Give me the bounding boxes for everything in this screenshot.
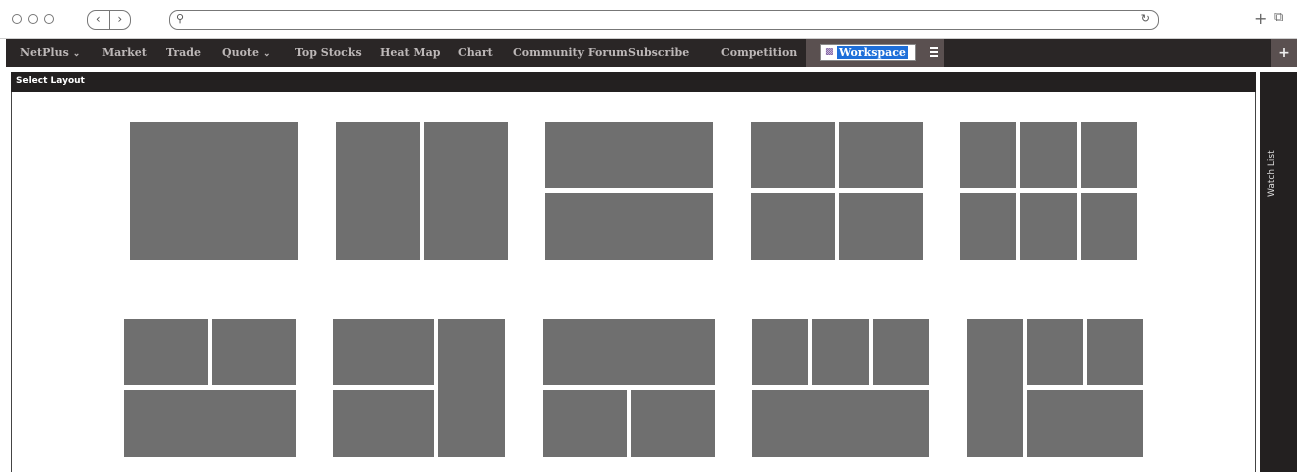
chevron-right-icon: › bbox=[117, 12, 123, 26]
layout-cell bbox=[839, 122, 923, 188]
nav-market[interactable]: Market bbox=[102, 39, 147, 67]
layout-cell bbox=[212, 319, 296, 385]
nav-subscribe-label: Subscribe bbox=[628, 46, 690, 59]
nav-heat-map-label: Heat Map bbox=[380, 46, 441, 59]
layout-cell bbox=[752, 390, 929, 457]
layout-cell bbox=[124, 390, 296, 457]
layout-cell bbox=[873, 319, 929, 385]
reload-icon[interactable]: ↻ bbox=[1141, 12, 1150, 25]
nav-trade[interactable]: Trade bbox=[166, 39, 201, 67]
nav-top-stocks-label: Top Stocks bbox=[295, 46, 362, 59]
layout-cell bbox=[631, 390, 715, 457]
workspace-icon: ▩ bbox=[825, 47, 834, 57]
address-bar[interactable]: ⚲ ↻ bbox=[169, 10, 1159, 30]
layout-cell bbox=[1081, 122, 1137, 188]
layout-cell bbox=[545, 193, 713, 260]
layout-cell bbox=[752, 319, 808, 385]
select-layout-header: Select Layout bbox=[11, 72, 1256, 92]
layout-cell bbox=[1087, 319, 1143, 385]
nav-community-forum[interactable]: Community Forum bbox=[513, 39, 628, 67]
panel-title: Select Layout bbox=[16, 76, 85, 86]
nav-competition-label: Competition bbox=[721, 46, 798, 59]
nav-market-label: Market bbox=[102, 46, 147, 59]
layout-one-top-two-bottom[interactable] bbox=[543, 319, 715, 457]
layout-cell bbox=[130, 122, 298, 260]
nav-heat-map[interactable]: Heat Map bbox=[380, 39, 440, 67]
layout-cell bbox=[1020, 122, 1077, 188]
nav-quote-label: Quote bbox=[222, 46, 259, 59]
layout-three-top-one-bottom[interactable] bbox=[752, 319, 929, 457]
watch-list-label: Watch List bbox=[1267, 150, 1277, 198]
nav-subscribe[interactable]: Subscribe bbox=[628, 39, 689, 67]
layout-cell bbox=[839, 193, 923, 260]
nav-trade-label: Trade bbox=[166, 46, 201, 59]
layout-two-columns[interactable] bbox=[336, 122, 508, 260]
layout-cell bbox=[543, 390, 627, 457]
window-controls bbox=[12, 14, 54, 24]
search-icon: ⚲ bbox=[176, 12, 185, 25]
layout-cell bbox=[124, 319, 208, 385]
add-plus-icon[interactable]: + bbox=[1271, 39, 1297, 67]
nav-top-stocks[interactable]: Top Stocks bbox=[295, 39, 362, 67]
browser-chrome: ‹ › ⚲ ↻ + ⧉ bbox=[0, 0, 1297, 39]
layout-one-left-three-right[interactable] bbox=[967, 319, 1143, 457]
layout-cell bbox=[1027, 390, 1143, 457]
layout-cell bbox=[424, 122, 508, 260]
layout-grid-3x2[interactable] bbox=[960, 122, 1137, 260]
chevron-left-icon: ‹ bbox=[95, 12, 101, 26]
back-button[interactable]: ‹ bbox=[88, 11, 110, 29]
forward-button[interactable]: › bbox=[110, 11, 131, 29]
nav-chart-label: Chart bbox=[458, 46, 493, 59]
layout-cell bbox=[545, 122, 713, 188]
layout-cell bbox=[812, 319, 869, 385]
layout-two-left-stack-one-right[interactable] bbox=[333, 319, 505, 457]
layout-cell bbox=[333, 319, 434, 385]
new-tab-icon[interactable]: + bbox=[1254, 9, 1267, 28]
close-window-icon[interactable] bbox=[12, 14, 22, 24]
watch-list-sidebar[interactable]: Watch List bbox=[1260, 72, 1297, 472]
layout-cell bbox=[1081, 193, 1137, 260]
layout-cell bbox=[1020, 193, 1077, 260]
tabs-icon[interactable]: ⧉ bbox=[1274, 10, 1283, 25]
layout-cell bbox=[543, 319, 715, 385]
chevron-down-icon: ⌄ bbox=[263, 49, 271, 59]
layout-cell bbox=[336, 122, 420, 260]
layout-cell bbox=[960, 193, 1016, 260]
layout-cell bbox=[333, 390, 434, 457]
layout-cell bbox=[967, 319, 1023, 457]
layout-grid-2x2[interactable] bbox=[751, 122, 923, 260]
chevron-down-icon: ⌄ bbox=[72, 49, 81, 59]
layout-cell bbox=[751, 122, 835, 188]
workspace-value: Workspace bbox=[837, 46, 908, 59]
layout-two-rows[interactable] bbox=[545, 122, 713, 260]
nav-competition[interactable]: Competition bbox=[721, 39, 797, 67]
layout-cell bbox=[960, 122, 1016, 188]
workspace-input[interactable]: ▩ Workspace bbox=[820, 44, 916, 61]
history-buttons: ‹ › bbox=[87, 10, 131, 30]
minimize-window-icon[interactable] bbox=[28, 14, 38, 24]
maximize-window-icon[interactable] bbox=[44, 14, 54, 24]
nav-chart[interactable]: Chart bbox=[458, 39, 493, 67]
hamburger-icon[interactable] bbox=[930, 47, 940, 59]
nav-community-forum-label: Community Forum bbox=[513, 46, 628, 59]
layout-cell bbox=[1027, 319, 1083, 385]
nav-netplus-label: NetPlus bbox=[20, 46, 69, 59]
nav-netplus[interactable]: NetPlus ⌄ bbox=[20, 39, 80, 67]
main-navbar: NetPlus ⌄ Market Trade Quote ⌄ Top Stocks … bbox=[6, 39, 1297, 67]
layout-two-top-one-bottom[interactable] bbox=[124, 319, 296, 457]
layout-cell bbox=[751, 193, 835, 260]
layout-cell bbox=[438, 319, 505, 457]
layout-single[interactable] bbox=[130, 122, 298, 260]
nav-quote[interactable]: Quote ⌄ bbox=[222, 39, 271, 67]
workspace-area: ▩ Workspace bbox=[806, 39, 944, 67]
